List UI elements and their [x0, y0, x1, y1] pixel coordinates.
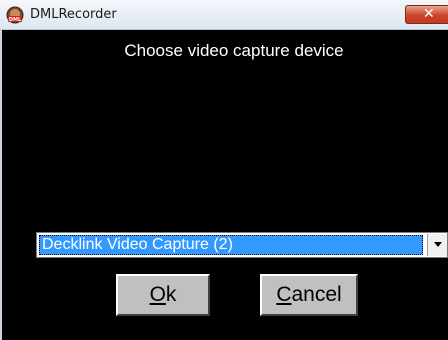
dialog-heading: Choose video capture device	[124, 41, 344, 60]
ok-mnemonic: O	[149, 283, 166, 306]
chevron-down-icon	[434, 242, 442, 247]
ok-button[interactable]: Ok	[116, 274, 210, 316]
window-title: DMLRecorder	[30, 7, 117, 22]
cancel-button[interactable]: Cancel	[260, 274, 358, 316]
cancel-mnemonic: C	[276, 283, 292, 306]
ok-label-rest: k	[165, 283, 177, 306]
dialog-window: DML DMLRecorder ✕ Choose video capture d…	[0, 0, 448, 340]
window-border	[0, 30, 2, 340]
title-bar[interactable]: DML DMLRecorder ✕	[0, 0, 448, 30]
dropdown-arrow-button[interactable]	[427, 234, 447, 256]
svg-text:DML: DML	[9, 17, 22, 23]
close-button[interactable]: ✕	[405, 5, 448, 24]
cancel-label-rest: ancel	[291, 283, 342, 306]
video-device-select[interactable]: Decklink Video Capture (2)	[36, 232, 448, 258]
close-icon: ✕	[423, 6, 435, 22]
selected-device-option[interactable]: Decklink Video Capture (2)	[39, 235, 423, 255]
dml-recorder-icon: DML	[6, 6, 24, 24]
